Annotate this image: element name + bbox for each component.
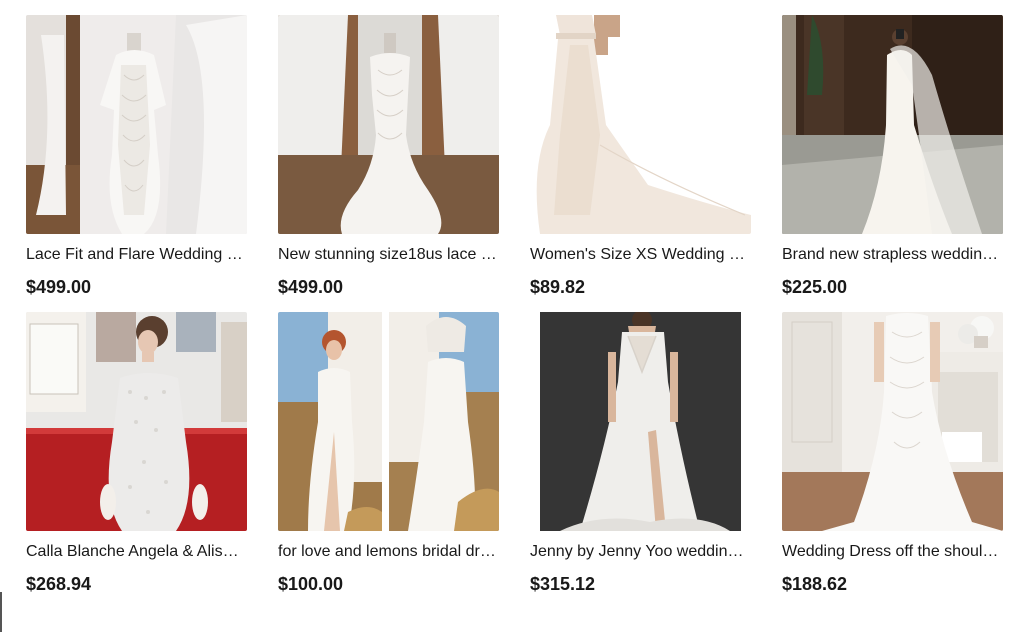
listing-title[interactable]: for love and lemons bridal dress bbox=[278, 542, 499, 562]
listing-price: $188.62 bbox=[782, 574, 848, 594]
listing-price: $268.94 bbox=[26, 574, 92, 594]
listing-card[interactable]: Wedding Dress off the shoulder $188.62 bbox=[782, 312, 1003, 595]
listing-card[interactable]: Brand new strapless wedding dress $225.0… bbox=[782, 15, 1003, 298]
listing-image[interactable] bbox=[278, 15, 499, 234]
listing-price: $499.00 bbox=[26, 277, 92, 297]
listing-card[interactable]: Jenny by Jenny Yoo wedding dress $315.12 bbox=[530, 312, 751, 595]
listing-title[interactable]: Calla Blanche Angela & Alison dress bbox=[26, 542, 247, 562]
listing-image[interactable] bbox=[530, 312, 751, 531]
listing-title[interactable]: Wedding Dress off the shoulder bbox=[782, 542, 1003, 562]
listing-card[interactable]: Women's Size XS Wedding Dress $89.82 bbox=[530, 15, 751, 298]
listing-title[interactable]: Women's Size XS Wedding Dress bbox=[530, 245, 751, 265]
listing-price: $225.00 bbox=[782, 277, 848, 297]
listing-title[interactable]: New stunning size18us lace wedding dress bbox=[278, 245, 499, 265]
listing-title[interactable]: Brand new strapless wedding dress bbox=[782, 245, 1003, 265]
listing-price: $100.00 bbox=[278, 574, 344, 594]
listing-image[interactable] bbox=[782, 15, 1003, 234]
listing-price: $499.00 bbox=[278, 277, 344, 297]
listing-card[interactable]: Calla Blanche Angela & Alison dress $268… bbox=[26, 312, 247, 595]
listing-price: $89.82 bbox=[530, 277, 586, 297]
listing-image[interactable] bbox=[782, 312, 1003, 531]
listing-title[interactable]: Jenny by Jenny Yoo wedding dress bbox=[530, 542, 751, 562]
listing-card[interactable]: Lace Fit and Flare Wedding Dress $499.00 bbox=[26, 15, 247, 298]
listing-price: $315.12 bbox=[530, 574, 596, 594]
listing-card[interactable]: New stunning size18us lace wedding dress… bbox=[278, 15, 499, 298]
listing-card[interactable]: for love and lemons bridal dress $100.00 bbox=[278, 312, 499, 595]
listing-grid: Lace Fit and Flare Wedding Dress $499.00… bbox=[26, 15, 1003, 595]
listing-image[interactable] bbox=[530, 15, 751, 234]
scroll-edge-indicator bbox=[0, 592, 2, 632]
listing-image[interactable] bbox=[26, 15, 247, 234]
listing-image[interactable] bbox=[26, 312, 247, 531]
listing-image[interactable] bbox=[278, 312, 499, 531]
listing-title[interactable]: Lace Fit and Flare Wedding Dress bbox=[26, 245, 247, 265]
